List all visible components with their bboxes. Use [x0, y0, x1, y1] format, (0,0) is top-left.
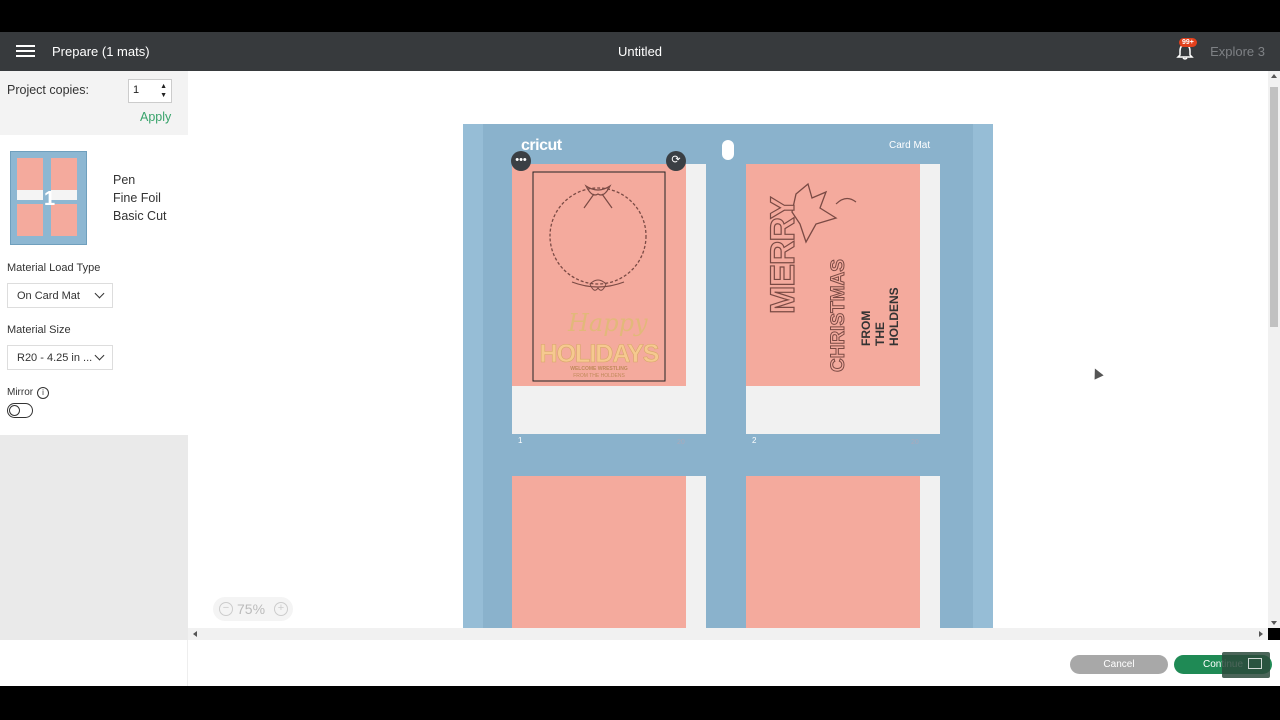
operation-list: Pen Fine Foil Basic Cut [113, 171, 167, 225]
mat-list: 1 Pen Fine Foil Basic Cut Material Load … [0, 135, 188, 435]
zoom-out-icon[interactable]: − [219, 602, 233, 616]
mirror-toggle[interactable] [7, 403, 33, 418]
thumb-strip [17, 190, 43, 200]
notification-badge: 99+ [1179, 38, 1197, 47]
mat-type-label: Card Mat [889, 140, 931, 151]
mat-left-edge [463, 124, 483, 628]
prepare-title: Prepare (1 mats) [52, 44, 150, 59]
operation-fine-foil: Fine Foil [113, 191, 161, 205]
load-type-select[interactable]: On Card Mat [7, 283, 113, 308]
holidays-title: HOLIDAYS [539, 340, 659, 369]
more-icon[interactable]: ••• [511, 151, 531, 171]
project-title: Untitled [617, 44, 663, 59]
material-size-select[interactable]: R20 - 4.25 in ... [7, 345, 113, 370]
mouse-cursor [1090, 366, 1104, 380]
toggle-knob [9, 405, 20, 416]
thumb-card [17, 158, 43, 190]
cancel-button[interactable]: Cancel [1070, 655, 1168, 674]
copies-input[interactable]: 1 ▲ ▼ [128, 79, 172, 103]
slot-number-2: 2 [752, 436, 757, 445]
info-icon[interactable]: i [37, 387, 49, 399]
card-3[interactable] [512, 476, 686, 628]
christmas-script: MERRY [763, 197, 802, 315]
horizontal-scrollbar[interactable] [188, 628, 1268, 640]
scroll-thumb[interactable] [1270, 87, 1278, 327]
copies-stepper[interactable]: ▲ ▼ [160, 82, 167, 100]
footer-left [0, 640, 188, 686]
thumb-card [51, 158, 77, 190]
mat-thumbnail[interactable]: 1 [10, 151, 87, 245]
pip-icon[interactable] [1248, 658, 1262, 669]
copies-label: Project copies: [7, 83, 89, 97]
chevron-down-icon [94, 350, 105, 361]
mat-number: 1 [44, 188, 56, 210]
slot-number-1: 1 [518, 436, 523, 445]
christmas-line: FROM THE HOLDENS [859, 287, 901, 346]
app-window: Prepare (1 mats) Untitled 99+ Explore 3 … [0, 0, 1280, 720]
zoom-control: − 75% + [213, 597, 293, 621]
material-size-label: Material Size [7, 324, 71, 336]
copies-panel: Project copies: 1 ▲ ▼ Apply [0, 71, 188, 135]
top-bar: Prepare (1 mats) Untitled 99+ Explore 3 [0, 32, 1280, 71]
copies-value: 1 [133, 84, 140, 96]
vertical-scrollbar[interactable] [1268, 71, 1280, 628]
thumb-card [17, 204, 43, 236]
machine-selector[interactable]: Explore 3 [1210, 44, 1265, 59]
mat-preview-canvas[interactable]: cricut Card Mat Happy HOLIDAYS WELCOME W… [188, 71, 1268, 628]
mat-right-edge [973, 124, 993, 628]
scroll-left-icon[interactable] [193, 631, 197, 637]
footer-bar: Cancel Continue [0, 640, 1280, 686]
scroll-up-icon[interactable] [1271, 74, 1277, 78]
chevron-down-icon [94, 288, 105, 299]
operation-pen: Pen [113, 173, 136, 187]
zoom-value: 75% [237, 601, 266, 617]
scroll-down-icon[interactable] [1271, 621, 1277, 625]
card-1[interactable]: Happy HOLIDAYS WELCOME WRESTLING FROM TH… [512, 164, 686, 386]
apply-button[interactable]: Apply [140, 110, 171, 124]
holidays-script: Happy [568, 309, 648, 337]
holidays-line2: FROM THE HOLDENS [573, 373, 625, 379]
load-type-value: On Card Mat [17, 290, 80, 302]
menu-icon[interactable] [16, 44, 36, 60]
rotate-icon[interactable]: ⟳ [666, 151, 686, 171]
sidebar: Project copies: 1 ▲ ▼ Apply 1 Pen Fine Fo… [0, 71, 188, 640]
ruler-label: 20 [911, 439, 919, 446]
card-4[interactable] [746, 476, 920, 628]
christmas-title: CHRISTMAS [828, 259, 850, 373]
mat-hole [722, 140, 734, 160]
scroll-right-icon[interactable] [1259, 631, 1263, 637]
video-overlay [1222, 652, 1270, 678]
ruler-label: 20 [677, 439, 685, 446]
operation-basic-cut: Basic Cut [113, 209, 167, 223]
load-type-label: Material Load Type [7, 262, 101, 274]
holidays-line1: WELCOME WRESTLING [570, 366, 628, 372]
card-2[interactable]: MERRY CHRISTMAS FROM THE HOLDENS [746, 164, 920, 386]
material-size-value: R20 - 4.25 in ... [17, 352, 93, 364]
zoom-in-icon[interactable]: + [274, 602, 288, 616]
card-mat: cricut Card Mat Happy HOLIDAYS WELCOME W… [463, 124, 993, 628]
bell-icon[interactable]: 99+ [1175, 38, 1197, 62]
mirror-label: Mirror [7, 387, 34, 398]
